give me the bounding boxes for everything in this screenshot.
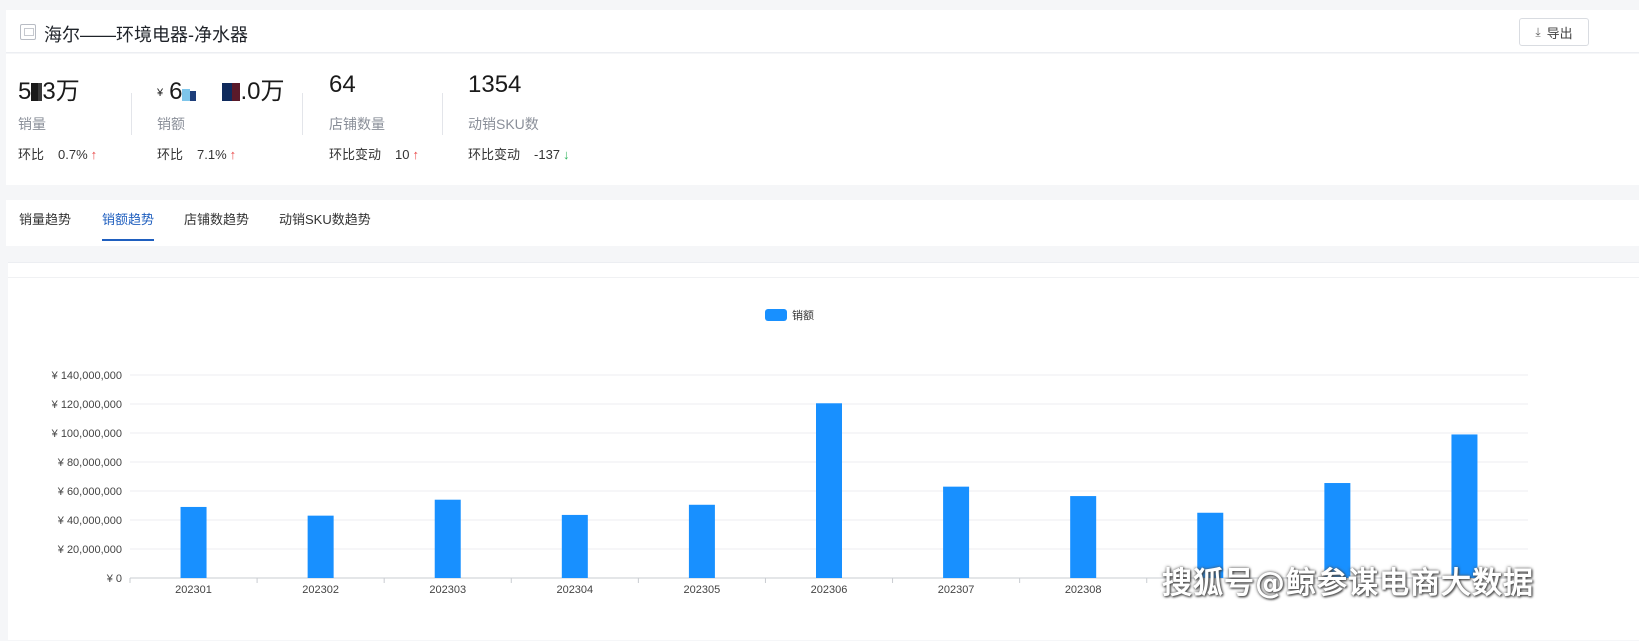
x-tick-label: 202303	[429, 584, 466, 596]
bar	[688, 504, 715, 578]
stat-label: 店铺数量	[329, 116, 385, 132]
tab-sku-count-trend[interactable]: 动销SKU数趋势	[279, 209, 371, 239]
divider	[131, 93, 132, 135]
x-tick-label: 202308	[1065, 584, 1102, 596]
arrow-up-icon: ↑	[229, 147, 237, 162]
x-tick-label: 202307	[938, 584, 975, 596]
x-tick-label: 202302	[302, 584, 339, 596]
y-tick-label: ¥ 20,000,000	[57, 544, 122, 556]
trend-tabs: 销量趋势 销额趋势 店铺数趋势 动销SKU数趋势	[6, 200, 1639, 246]
stats-panel: 5 3万 销量 环比 0.7% ↑ ¥6.0万 销额 环比 7.1% ↑ 64 店铺数量 …	[6, 54, 1639, 185]
stat-value: ¥6.0万	[157, 78, 285, 105]
divider	[442, 93, 443, 135]
bar	[434, 499, 461, 578]
stat-compare: 环比变动 10 ↑	[329, 147, 419, 162]
bar	[816, 403, 842, 578]
stat-value: 5 3万	[18, 78, 80, 105]
divider	[302, 93, 303, 135]
tab-sales-volume-trend[interactable]: 销量趋势	[19, 209, 71, 239]
legend-label: 销额	[792, 308, 814, 322]
page-header: 海尔——环境电器-净水器 ⤓ 导出	[6, 10, 1639, 53]
y-tick-label: ¥ 120,000,000	[51, 399, 122, 411]
bar	[1451, 434, 1478, 578]
page-title: 海尔——环境电器-净水器	[44, 25, 248, 45]
redaction-mask	[222, 83, 233, 101]
y-tick-label: ¥ 0	[106, 573, 122, 585]
y-tick-label: ¥ 140,000,000	[51, 370, 122, 382]
redaction-mask	[182, 89, 191, 101]
y-tick-label: ¥ 100,000,000	[51, 428, 122, 440]
tab-sales-amount-trend[interactable]: 销额趋势	[102, 209, 155, 241]
export-button[interactable]: ⤓ 导出	[1519, 18, 1589, 46]
bar	[1070, 496, 1097, 578]
download-icon: ⤓	[1535, 24, 1541, 39]
brand-logo-icon	[20, 24, 36, 40]
y-tick-label: ¥ 40,000,000	[57, 515, 122, 527]
x-tick-label: 202304	[556, 584, 593, 596]
stat-compare: 环比变动 -137 ↓	[468, 147, 570, 162]
bar	[180, 506, 207, 578]
x-tick-label: 202306	[811, 584, 848, 596]
bar	[943, 486, 970, 578]
arrow-up-icon: ↑	[90, 147, 98, 162]
arrow-up-icon: ↑	[412, 147, 419, 162]
bar	[307, 515, 334, 578]
watermark: 搜狐号@鲸参谋电商大数据	[1162, 566, 1534, 601]
redaction-mask	[31, 83, 39, 101]
stat-label: 销额	[157, 116, 185, 132]
stat-value: 64	[329, 71, 356, 98]
bar	[561, 514, 588, 578]
stat-compare: 环比 0.7% ↑	[18, 147, 98, 162]
stat-value: 1354	[468, 71, 522, 98]
x-tick-label: 202301	[175, 584, 212, 596]
stat-label: 动销SKU数	[468, 116, 539, 132]
tab-store-count-trend[interactable]: 店铺数趋势	[184, 209, 249, 239]
stat-label: 销量	[18, 116, 46, 132]
x-tick-label: 202305	[684, 584, 721, 596]
legend-swatch	[765, 309, 787, 321]
arrow-down-icon: ↓	[563, 147, 570, 162]
y-tick-label: ¥ 80,000,000	[57, 457, 122, 469]
stat-compare: 环比 7.1% ↑	[157, 147, 237, 162]
export-label: 导出	[1546, 25, 1573, 41]
y-tick-label: ¥ 60,000,000	[57, 486, 122, 498]
